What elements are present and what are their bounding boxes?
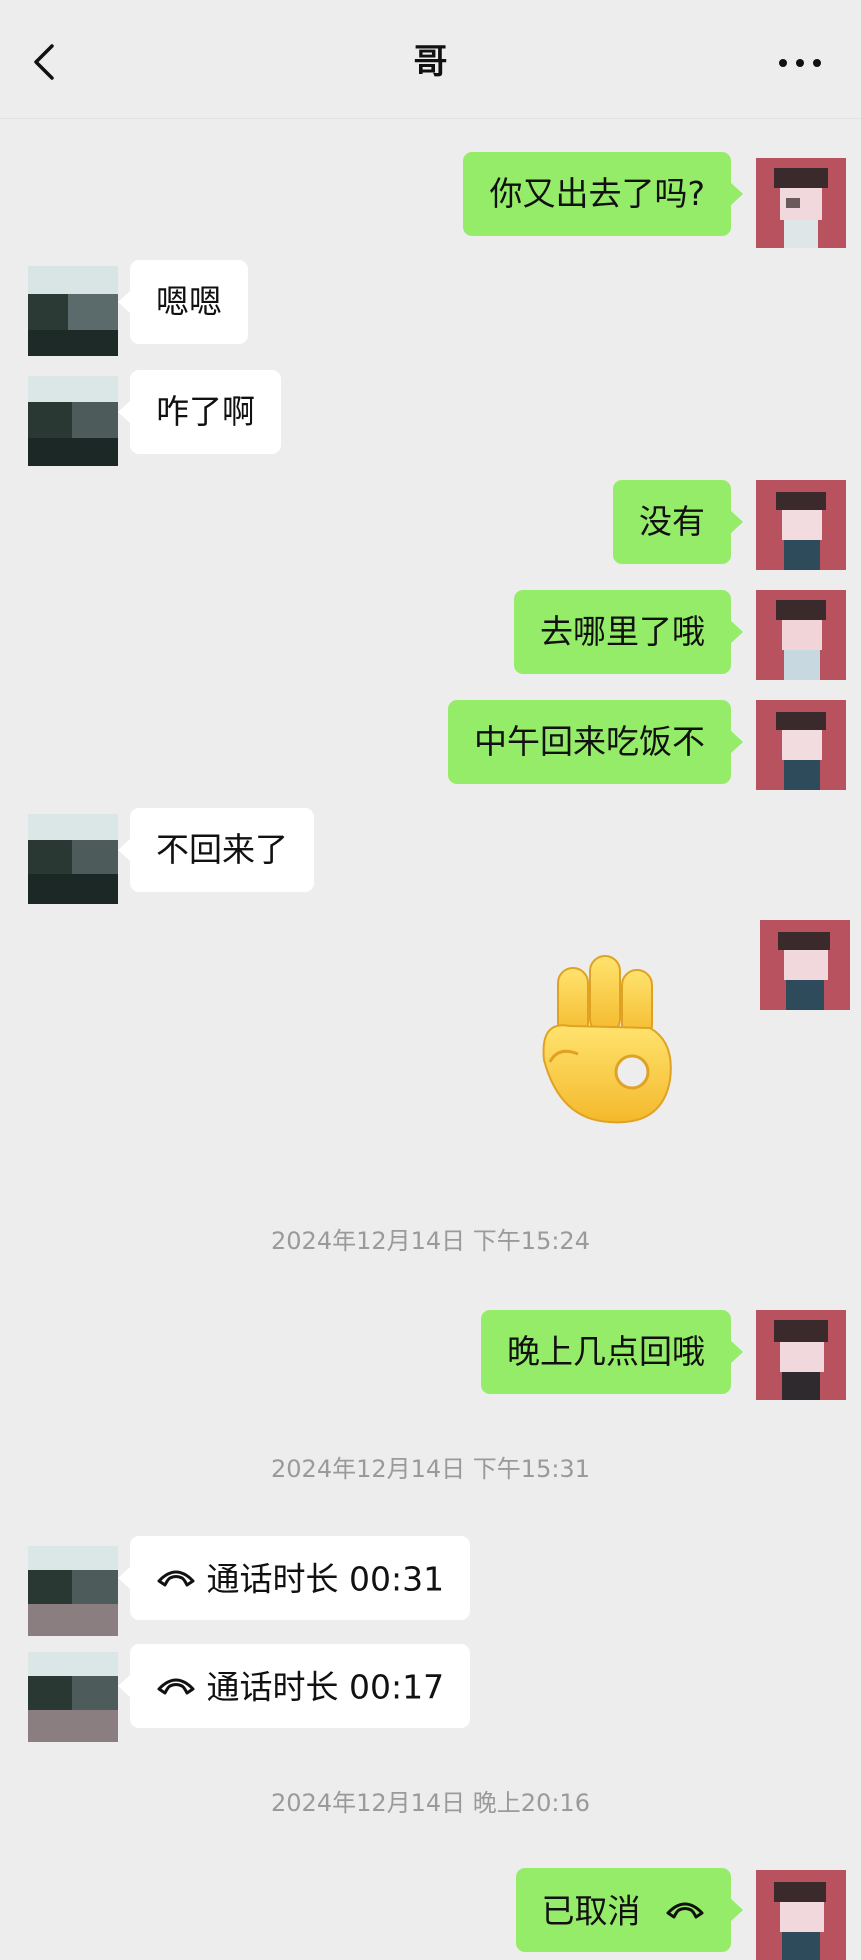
message-timestamp: 2024年12月14日 晚上20:16: [271, 1789, 590, 1817]
incoming-message-bubble[interactable]: 嗯嗯: [118, 260, 248, 344]
my-avatar[interactable]: [756, 590, 846, 680]
incoming-message-bubble[interactable]: 不回来了: [118, 808, 314, 892]
message-timestamp: 2024年12月14日 下午15:31: [271, 1455, 590, 1483]
call-duration-label: 通话时长 00:17: [206, 1667, 445, 1707]
contact-avatar[interactable]: [28, 814, 118, 904]
contact-avatar[interactable]: [28, 1546, 118, 1636]
my-avatar[interactable]: [756, 1870, 846, 1960]
my-avatar[interactable]: [756, 158, 846, 248]
incoming-call-bubble[interactable]: 通话时长 00:31: [117, 1536, 471, 1620]
incoming-call-bubble[interactable]: 通话时长 00:17: [117, 1644, 471, 1728]
outgoing-message-bubble[interactable]: 去哪里了哦: [514, 590, 743, 674]
outgoing-message-bubble[interactable]: 你又出去了吗?: [463, 152, 743, 236]
my-avatar[interactable]: [756, 700, 846, 790]
more-icon[interactable]: [778, 58, 822, 68]
outgoing-message-bubble[interactable]: 没有: [613, 480, 743, 564]
chat-header: 哥: [0, 0, 861, 119]
phone-icon: [157, 1570, 195, 1586]
incoming-message-bubble[interactable]: 咋了啊: [118, 370, 281, 454]
my-avatar[interactable]: [760, 920, 850, 1010]
ok-hand-emoji[interactable]: [530, 950, 680, 1130]
chat-title: 哥: [413, 42, 448, 82]
contact-avatar[interactable]: [28, 1652, 118, 1742]
call-duration-label: 通话时长 00:31: [206, 1559, 445, 1599]
call-status-label: 已取消: [541, 1891, 641, 1931]
phone-icon: [666, 1902, 704, 1918]
outgoing-message-bubble[interactable]: 晚上几点回哦: [481, 1310, 743, 1394]
contact-avatar[interactable]: [28, 376, 118, 466]
my-avatar[interactable]: [756, 480, 846, 570]
message-timestamp: 2024年12月14日 下午15:24: [271, 1227, 590, 1255]
phone-icon: [157, 1678, 195, 1694]
outgoing-message-bubble[interactable]: 中午回来吃饭不: [448, 700, 743, 784]
my-avatar[interactable]: [756, 1310, 846, 1400]
outgoing-call-bubble[interactable]: 已取消: [515, 1868, 743, 1952]
contact-avatar[interactable]: [28, 266, 118, 356]
